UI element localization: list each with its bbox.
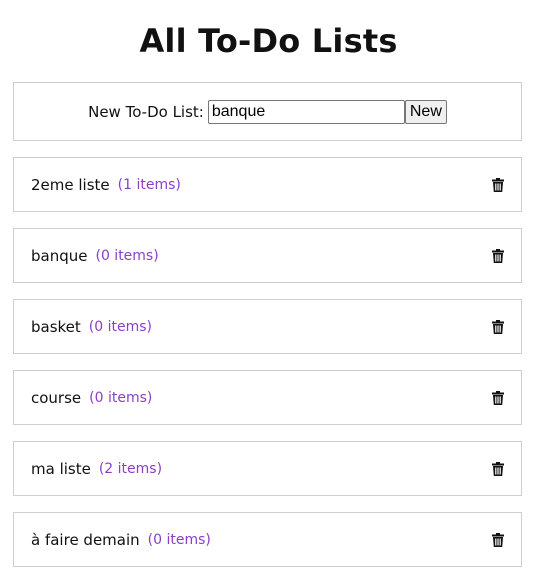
trash-icon[interactable] (492, 248, 504, 263)
list-name[interactable]: ma liste (31, 460, 91, 478)
new-list-label: New To-Do List: (88, 102, 204, 121)
list-item-count: (0 items) (89, 389, 153, 406)
list-name[interactable]: à faire demain (31, 531, 140, 549)
list-name[interactable]: course (31, 389, 81, 407)
list-name[interactable]: 2eme liste (31, 176, 110, 194)
new-list-button[interactable]: New (404, 99, 447, 124)
new-list-input[interactable] (207, 99, 405, 124)
list-item-count: (2 items) (98, 460, 163, 477)
list-item-count: (0 items) (147, 531, 211, 548)
list-item[interactable]: à faire demain (0 items) (13, 512, 522, 567)
list-name[interactable]: banque (31, 247, 87, 265)
list-item-count: (0 items) (95, 247, 159, 264)
trash-icon[interactable] (492, 319, 504, 334)
list-item[interactable]: 2eme liste (1 items) (13, 157, 522, 212)
list-item-count: (0 items) (88, 318, 153, 335)
trash-icon[interactable] (492, 461, 504, 476)
trash-icon[interactable] (492, 177, 504, 192)
list-item-count: (1 items) (117, 176, 181, 193)
list-item[interactable]: ma liste (2 items) (13, 441, 522, 496)
list-item[interactable]: course (0 items) (13, 370, 522, 425)
list-item[interactable]: banque (0 items) (13, 228, 522, 283)
trash-icon[interactable] (492, 532, 504, 547)
page-title: All To-Do Lists (139, 22, 398, 60)
list-name[interactable]: basket (31, 318, 81, 336)
trash-icon[interactable] (492, 390, 504, 405)
new-list-form: New To-Do List: New (13, 82, 522, 141)
list-item[interactable]: basket (0 items) (13, 299, 522, 354)
